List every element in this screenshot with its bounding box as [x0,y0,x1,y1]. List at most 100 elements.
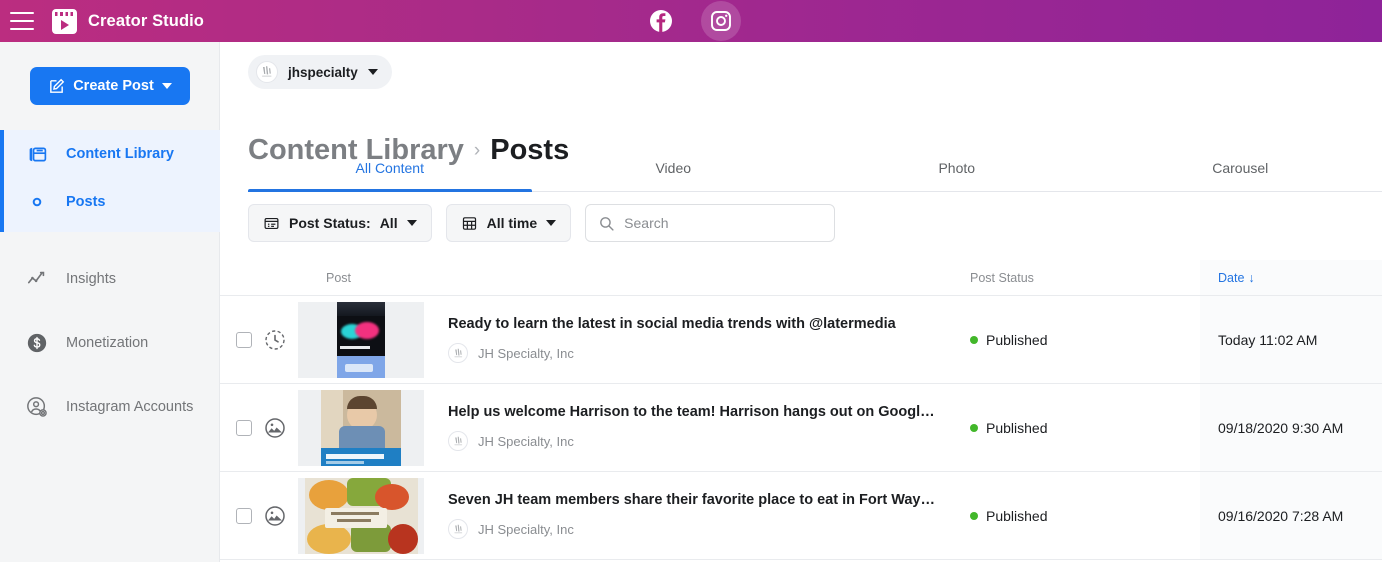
sidebar-item-posts[interactable]: Posts [4,178,220,226]
create-post-button[interactable]: Create Post [30,67,190,105]
facebook-tab-button[interactable] [641,1,681,41]
status-label: Published [986,507,1048,524]
status-badge: Published [970,420,1048,436]
post-thumbnail[interactable] [298,389,424,466]
row-checkbox[interactable] [236,419,252,436]
sidebar-nav-list: Insights Monetization Instagram Accounts [0,247,220,439]
tab-label: All Content [355,160,424,176]
tab-video[interactable]: Video [532,150,816,191]
insights-chart-icon [26,268,48,290]
post-author: JH Specialty, Inc [448,519,938,539]
row-checkbox[interactable] [236,507,252,524]
chevron-down-icon [367,69,378,75]
post-title[interactable]: Seven JH team members share their favori… [448,492,938,508]
sidebar-item-instagram-accounts[interactable]: Instagram Accounts [0,375,220,439]
post-date: Today 11:02 AM [1200,296,1382,383]
thumbnail-image [304,477,418,554]
tab-all-content[interactable]: All Content [248,150,532,192]
sidebar: Create Post Content Library Posts Insigh… [0,42,220,562]
account-name: jhspecialty [288,64,358,80]
photo-image-icon[interactable] [263,504,287,528]
list-card-icon [264,217,279,229]
search-box[interactable] [585,204,836,242]
status-dot-icon [970,335,978,344]
time-range-filter[interactable]: All time [445,204,572,242]
sort-descending-icon: ↓ [1248,270,1255,285]
facebook-icon [650,10,672,32]
time-range-value: All time [486,215,538,231]
post-status-value: All [379,215,398,231]
status-badge: Published [970,332,1048,348]
instagram-accounts-icon [26,396,48,418]
account-selector[interactable]: jhspecialty [248,55,392,89]
posts-table: Post Post Status Date ↓ Ready to learn t… [220,260,1382,560]
table-row[interactable]: Ready to learn the latest in social medi… [220,296,1382,384]
post-status-filter[interactable]: Post Status: All [248,204,432,242]
page-avatar-icon [448,343,468,363]
thumbnail-image [337,301,385,378]
instagram-tab-button[interactable] [701,1,741,41]
content-type-tabs: All Content Video Photo Carousel [248,150,1382,192]
table-row[interactable]: Help us welcome Harrison to the team! Ha… [220,384,1382,472]
sidebar-item-insights[interactable]: Insights [0,247,220,311]
table-header-row: Post Post Status Date ↓ [220,260,1382,296]
status-badge: Published [970,508,1048,524]
create-post-label: Create Post [73,78,154,94]
post-status-label: Post Status: [289,215,371,231]
row-checkbox[interactable] [236,331,252,348]
post-author: JH Specialty, Inc [448,343,896,363]
post-title[interactable]: Ready to learn the latest in social medi… [448,316,896,332]
instagram-icon [711,11,731,31]
story-clock-icon[interactable] [263,328,287,352]
hamburger-menu-icon[interactable] [10,12,34,30]
chevron-down-icon [546,220,557,226]
post-thumbnail[interactable] [298,301,424,378]
post-date: 09/18/2020 9:30 AM [1200,384,1382,471]
post-date: 09/16/2020 7:28 AM [1200,472,1382,559]
column-header-post-status: Post Status [970,270,1034,285]
status-dot-icon [970,511,978,520]
page-name: JH Specialty, Inc [478,521,574,537]
thumbnail-image [321,389,401,466]
post-title[interactable]: Help us welcome Harrison to the team! Ha… [448,404,938,420]
sidebar-item-monetization[interactable]: Monetization [0,311,220,375]
post-thumbnail[interactable] [298,477,424,554]
sidebar-item-label: Insights [66,271,116,287]
monetization-dollar-icon [26,332,48,354]
status-dot-icon [970,423,978,432]
sidebar-item-label: Content Library [66,146,174,162]
post-details: Help us welcome Harrison to the team! Ha… [424,404,938,451]
column-header-post: Post [326,270,352,285]
sidebar-item-label: Instagram Accounts [66,399,194,415]
sidebar-item-content-library[interactable]: Content Library [4,130,220,178]
app-switcher [0,0,1382,42]
sidebar-item-label: Monetization [66,335,149,351]
status-label: Published [986,331,1048,348]
tab-carousel[interactable]: Carousel [1099,150,1382,191]
compose-pencil-icon [50,78,65,93]
sidebar-item-label: Posts [66,194,106,210]
post-details: Seven JH team members share their favori… [424,492,938,539]
creator-studio-clapperboard-icon [52,8,77,34]
top-bar: Creator Studio [0,0,1382,42]
brand-logo[interactable]: Creator Studio [52,8,204,34]
table-row[interactable]: Seven JH team members share their favori… [220,472,1382,560]
post-author: JH Specialty, Inc [448,431,938,451]
tab-photo[interactable]: Photo [815,150,1099,191]
search-icon [600,216,614,231]
calendar-grid-icon [462,216,476,230]
page-avatar-icon [448,519,468,539]
chevron-down-icon [406,220,417,226]
status-label: Published [986,419,1048,436]
filter-bar: Post Status: All All time [248,204,836,242]
search-input[interactable] [624,215,815,231]
page-name: JH Specialty, Inc [478,345,574,361]
column-header-date[interactable]: Date ↓ [1200,260,1382,295]
account-avatar-icon [256,61,278,83]
photo-image-icon[interactable] [263,416,287,440]
page-avatar-icon [448,431,468,451]
main-content: jhspecialty Content Library › Posts All … [220,42,1382,562]
tab-label: Carousel [1212,160,1269,176]
brand-title: Creator Studio [88,11,204,30]
posts-circle-icon [26,191,48,213]
